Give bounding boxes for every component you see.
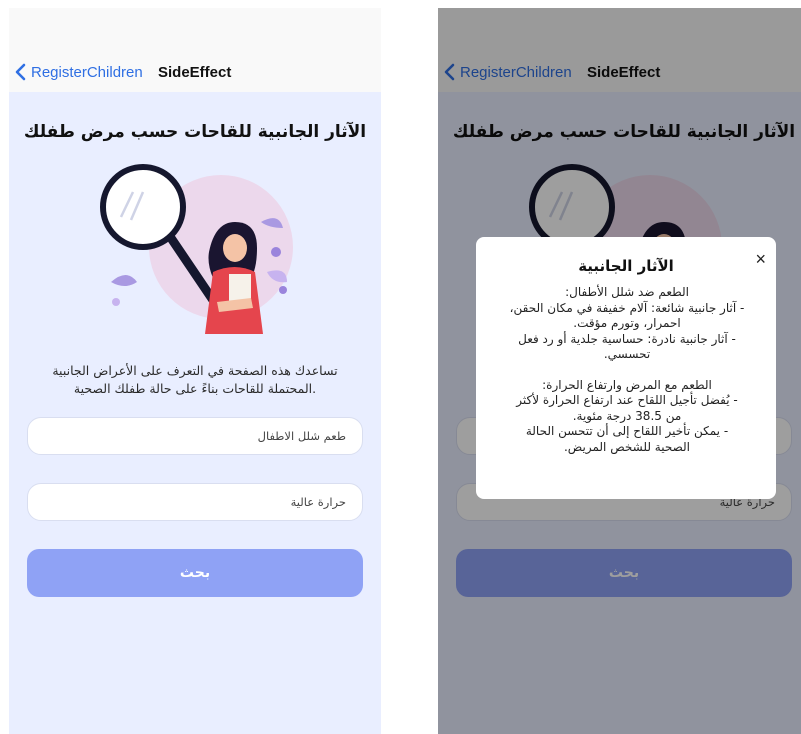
dialog-line: الطعم مع المرض وارتفاع الحرارة: xyxy=(542,377,712,392)
dialog-body: الطعم ضد شلل الأطفال: - آثار جانبية شائع… xyxy=(486,285,768,455)
dialog-line: من 38.5 درجة مئوية. xyxy=(572,408,682,423)
dialog-line: تحسسي. xyxy=(603,347,651,361)
dialog-line: - آثار جانبية نادرة: حساسية جلدية أو رد … xyxy=(518,331,736,346)
dialog-line: احمرار، وتورم مؤقت. xyxy=(573,316,681,330)
dialog-line: - آثار جانبية شائعة: آلام خفيفة في مكان … xyxy=(509,300,745,315)
search-button[interactable]: بحث xyxy=(27,549,363,597)
nav-title: SideEffect xyxy=(158,64,232,81)
screen-with-dialog: RegisterChildren SideEffect الآثار الجان… xyxy=(438,8,801,734)
page-title: الآثار الجانبية للقاحات حسب مرض طفلك xyxy=(23,122,367,142)
page-description: تساعدك هذه الصفحة في التعرف على الأعراض … xyxy=(31,362,359,398)
condition-select[interactable]: حرارة عالية xyxy=(27,483,363,521)
back-label: RegisterChildren xyxy=(31,63,143,81)
description-line: تساعدك هذه الصفحة في التعرف على الأعراض … xyxy=(52,363,338,378)
dialog-title: الآثار الجانبية xyxy=(578,257,674,275)
vaccine-select[interactable]: طعم شلل الاطفال xyxy=(27,417,363,455)
magnifier-woman-illustration xyxy=(100,164,293,334)
page-content: الآثار الجانبية للقاحات حسب مرض طفلك تسا… xyxy=(9,92,381,734)
vaccine-value: طعم شلل الاطفال xyxy=(257,429,346,443)
screen-before: RegisterChildren SideEffect الآثار الجان… xyxy=(9,8,381,734)
dialog-line: - يمكن تأخير اللقاح إلى أن تتحسن الحالة xyxy=(525,424,729,438)
dialog-line: - يُفضل تأجيل اللقاح عند ارتفاع الحرارة … xyxy=(516,393,738,407)
dialog-line: الطعم ضد شلل الأطفال: xyxy=(565,285,689,299)
dialog-line: الصحية للشخص المريض. xyxy=(563,439,690,454)
navigation-bar: RegisterChildren SideEffect xyxy=(9,8,381,92)
condition-value: حرارة عالية xyxy=(290,495,346,509)
description-line: المحتملة للقاحات بناءً على حالة طفلك الص… xyxy=(73,381,317,396)
chevron-left-icon xyxy=(15,63,26,81)
back-button[interactable]: RegisterChildren xyxy=(13,63,143,81)
search-button-label: بحث xyxy=(179,565,211,581)
side-effects-dialog: × الآثار الجانبية الطعم ضد شلل الأطفال: … xyxy=(476,237,776,499)
